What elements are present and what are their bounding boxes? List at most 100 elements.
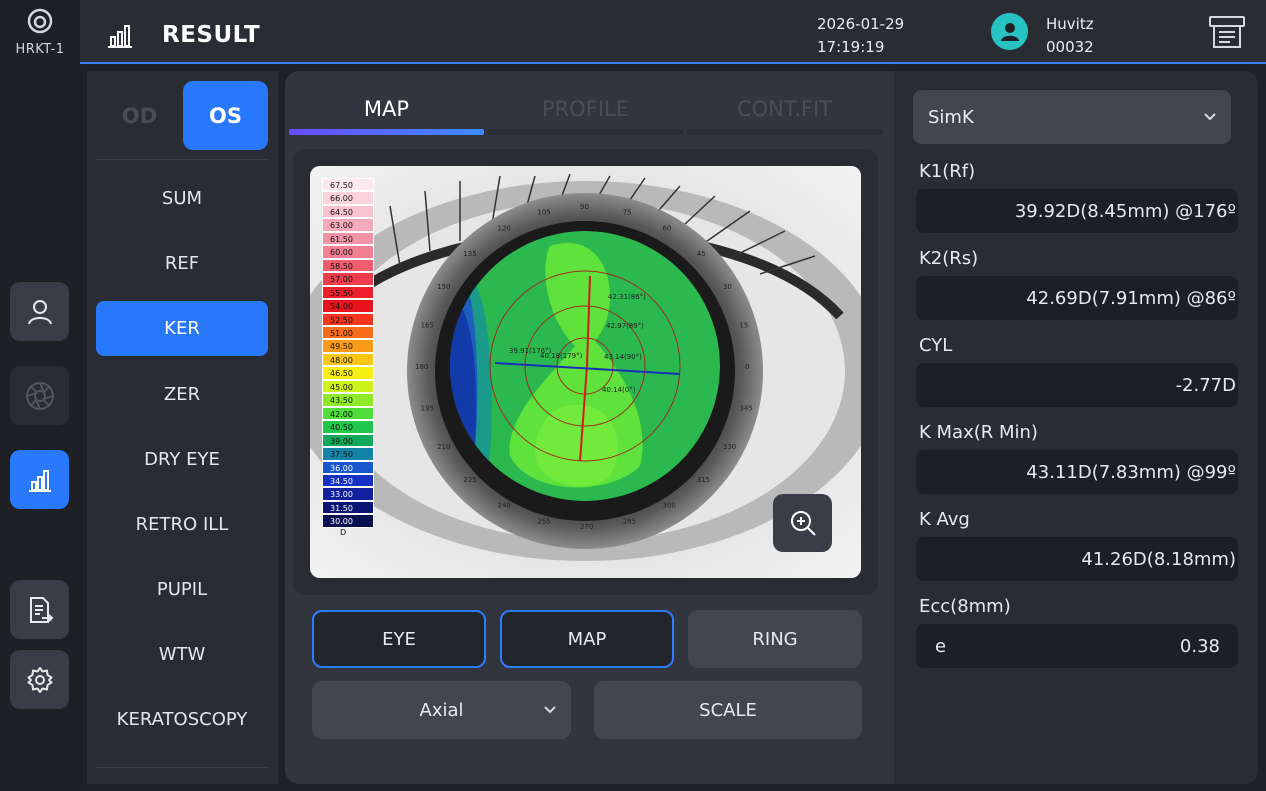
rail-camera-button[interactable] bbox=[10, 366, 69, 425]
scale-row: 61.50 bbox=[322, 231, 374, 246]
map-type-select[interactable]: Axial bbox=[312, 681, 571, 739]
rail-patient-button[interactable] bbox=[10, 282, 69, 341]
subnav-item-dry-eye[interactable]: DRY EYE bbox=[96, 432, 268, 487]
angle-label: 75 bbox=[623, 209, 632, 217]
scale-row: 54.00 bbox=[322, 299, 374, 313]
scale-row: 66.00 bbox=[322, 191, 374, 205]
k1-value-box: 39.92D(8.45mm) @176º bbox=[916, 189, 1238, 233]
angle-label: 60 bbox=[663, 224, 672, 232]
subnav-item-ref[interactable]: REF bbox=[96, 236, 268, 291]
rail-result-button[interactable] bbox=[10, 450, 69, 509]
subnav-item-wtw[interactable]: WTW bbox=[96, 627, 268, 682]
angle-label: 90 bbox=[580, 203, 589, 211]
scale-row: 43.50 bbox=[322, 393, 374, 407]
scale-row: 48.00 bbox=[322, 352, 374, 367]
subnav-item-sum[interactable]: SUM bbox=[96, 171, 268, 226]
angle-label: 285 bbox=[623, 518, 636, 526]
header: RESULT 2026-01-29 17:19:19 Huvitz 00032 bbox=[80, 0, 1266, 64]
scale-row: 67.50 bbox=[322, 178, 374, 192]
map-view-button[interactable]: MAP bbox=[500, 610, 674, 668]
angle-label: 345 bbox=[739, 404, 752, 412]
sub-navigation: OD OS SUM REF KER ZER DRY EYE RETRO ILL … bbox=[87, 71, 278, 784]
zoom-button[interactable] bbox=[773, 494, 832, 552]
scale-row: 64.50 bbox=[322, 204, 374, 219]
mode-value: SimK bbox=[928, 106, 974, 128]
scale-row: 34.50 bbox=[322, 473, 374, 488]
mode-select[interactable]: SimK bbox=[913, 90, 1231, 144]
angle-label: 330 bbox=[723, 443, 736, 451]
k-reading-1: 42.31(86°) bbox=[608, 293, 646, 301]
result-chart-icon bbox=[108, 25, 132, 48]
k-reading-2: 42.97(89°) bbox=[606, 322, 644, 330]
cyl-value: -2.77D bbox=[1175, 374, 1236, 396]
subnav-divider bbox=[96, 159, 268, 160]
subnav-item-pupil[interactable]: PUPIL bbox=[96, 562, 268, 617]
rail-report-button[interactable] bbox=[10, 580, 69, 639]
results-panel: SimK K1(Rf) 39.92D(8.45mm) @176º K2(Rs) … bbox=[894, 71, 1258, 784]
scale-button[interactable]: SCALE bbox=[594, 681, 862, 739]
scale-row: 40.50 bbox=[322, 420, 374, 434]
date-text: 2026-01-29 bbox=[817, 15, 905, 33]
subnav-divider bbox=[96, 767, 268, 768]
angle-label: 270 bbox=[580, 523, 593, 531]
k-reading-4: 40.18(179°) bbox=[540, 352, 583, 360]
angle-label: 195 bbox=[421, 404, 434, 412]
k2-value-box: 42.69D(7.91mm) @86º bbox=[916, 276, 1238, 320]
kmax-label: K Max(R Min) bbox=[919, 422, 1038, 443]
user-id: 00032 bbox=[1046, 38, 1094, 56]
ecc-label: Ecc(8mm) bbox=[919, 596, 1011, 617]
scale-row: 49.50 bbox=[322, 339, 374, 353]
kavg-value-box: 41.26D(8.18mm) bbox=[916, 537, 1238, 581]
od-button[interactable]: OD bbox=[97, 81, 182, 150]
page-title: RESULT bbox=[162, 22, 261, 48]
bar-chart-icon bbox=[28, 469, 51, 492]
user-info: Huvitz 00032 bbox=[1046, 13, 1094, 59]
time-text: 17:19:19 bbox=[817, 38, 885, 56]
ecc-value-box: e 0.38 bbox=[916, 624, 1238, 668]
kavg-value: 41.26D(8.18mm) bbox=[1081, 548, 1236, 570]
scale-row: 30.00 bbox=[322, 514, 374, 528]
scale-row: 39.00 bbox=[322, 433, 374, 448]
ecc-value: 0.38 bbox=[1179, 635, 1220, 657]
angle-label: 255 bbox=[537, 518, 550, 526]
zoom-in-icon bbox=[790, 511, 816, 536]
app: HRKT-1 RESULT 2026-01-29 17:19:19 Huvitz… bbox=[0, 0, 1266, 791]
avatar[interactable] bbox=[991, 13, 1028, 50]
scale-row: 60.00 bbox=[322, 245, 374, 259]
printer-icon[interactable] bbox=[1208, 14, 1246, 50]
scale-row: 52.50 bbox=[322, 312, 374, 326]
os-button[interactable]: OS bbox=[183, 81, 268, 150]
scale-row: 55.50 bbox=[322, 285, 374, 300]
user-icon bbox=[27, 299, 52, 324]
cyl-value-box: -2.77D bbox=[916, 363, 1238, 407]
scale-row: 63.00 bbox=[322, 218, 374, 232]
ring-view-button[interactable]: RING bbox=[688, 610, 862, 668]
subnav-item-retro-ill[interactable]: RETRO ILL bbox=[96, 497, 268, 552]
angle-label: 300 bbox=[663, 502, 676, 510]
tab-map-indicator bbox=[289, 129, 484, 135]
angle-label: 105 bbox=[537, 209, 550, 217]
scale-row: 37.50 bbox=[322, 447, 374, 461]
document-export-icon bbox=[29, 596, 53, 623]
angle-label: 240 bbox=[498, 502, 511, 510]
datetime: 2026-01-29 17:19:19 bbox=[817, 13, 904, 59]
rail-settings-button[interactable] bbox=[10, 650, 69, 709]
scale-row: 45.00 bbox=[322, 379, 374, 394]
kmax-value-box: 43.11D(7.83mm) @99º bbox=[916, 450, 1238, 494]
subnav-item-keratoscopy[interactable]: KERATOSCOPY bbox=[96, 692, 268, 747]
angle-label: 15 bbox=[739, 322, 748, 330]
map-type-value: Axial bbox=[419, 699, 464, 721]
angle-label: 45 bbox=[697, 250, 706, 258]
user-name: Huvitz bbox=[1046, 15, 1094, 33]
subnav-item-zer[interactable]: ZER bbox=[96, 367, 268, 422]
chevron-down-icon bbox=[544, 706, 556, 714]
eye-view-button[interactable]: EYE bbox=[312, 610, 486, 668]
angle-label: 210 bbox=[437, 443, 450, 451]
scale-row: 46.50 bbox=[322, 366, 374, 380]
subnav-item-ker[interactable]: KER bbox=[96, 301, 268, 356]
scale-row: 33.00 bbox=[322, 487, 374, 501]
k-reading-6: 40.14(0°) bbox=[602, 386, 636, 394]
brand: HRKT-1 bbox=[0, 8, 80, 57]
tab-contfit-indicator bbox=[687, 129, 882, 135]
scale-row: 57.00 bbox=[322, 272, 374, 286]
